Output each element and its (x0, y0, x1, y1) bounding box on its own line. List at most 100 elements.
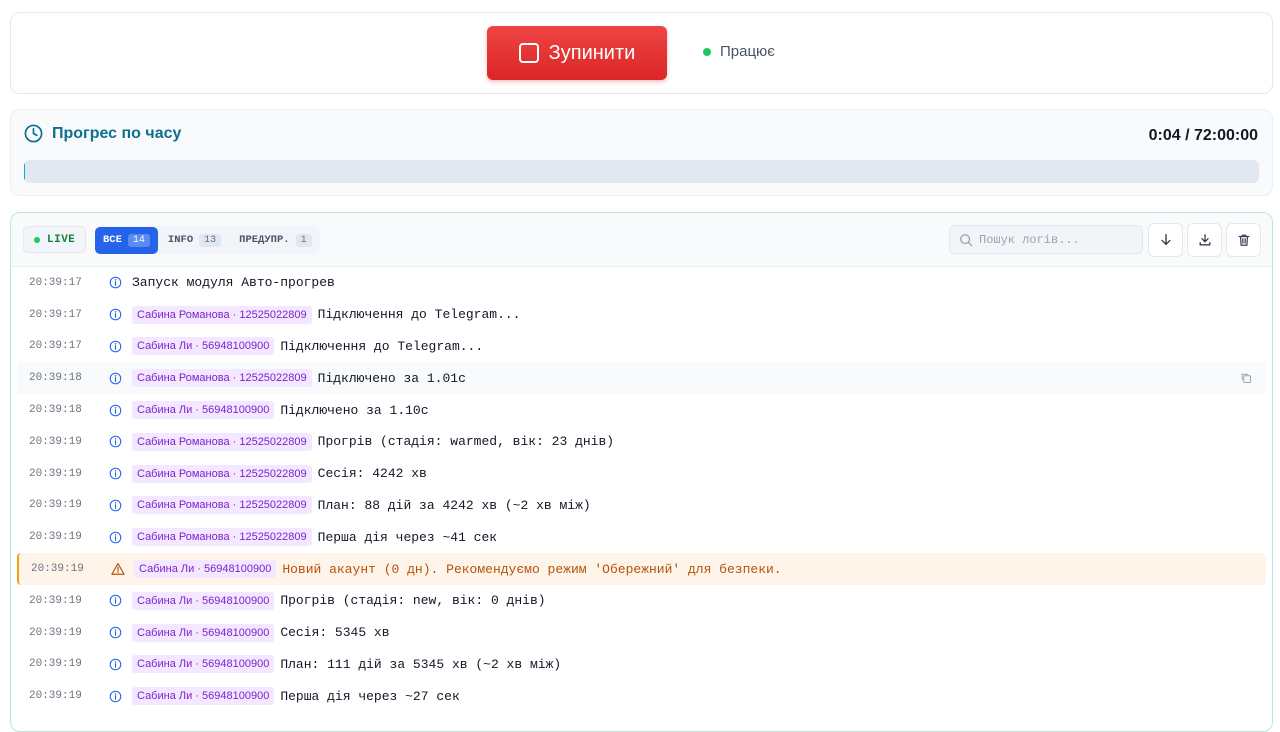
log-content: Запуск модуля Авто-прогрев (132, 275, 335, 290)
log-message: Новий акаунт (0 дн). Рекомендуємо режим … (282, 561, 782, 577)
log-content: Сабина Романова · 12525022809 Підключено … (132, 369, 466, 388)
filter-warning[interactable]: ПРЕДУПР. 1 (231, 227, 319, 254)
log-content: Сабина Ли · 56948100900 Сесія: 5345 хв (132, 623, 390, 642)
log-content: Сабина Романова · 12525022809 План: 88 ді… (132, 496, 591, 515)
log-panel: LIVE ВСЕ 14 INFO 13 ПРЕДУПР. 1 Пошук лог… (10, 212, 1273, 732)
log-row[interactable]: 20:39:19 Сабина Ли · 56948100900 Перша дія… (17, 680, 1266, 712)
log-row[interactable]: 20:39:19 Сабина Ли · 56948100900 План: 111… (17, 649, 1266, 681)
clock-icon (24, 124, 43, 143)
info-icon (108, 689, 123, 704)
search-input[interactable] (979, 232, 1139, 247)
account-tag[interactable]: Сабина Ли · 56948100900 (132, 337, 275, 356)
clear-logs-button[interactable] (1226, 223, 1261, 257)
info-icon (108, 434, 123, 449)
account-tag[interactable]: Сабина Ли · 56948100900 (132, 655, 275, 674)
filter-count: 14 (127, 233, 150, 247)
arrow-down-icon (1160, 234, 1171, 246)
log-content: Сабина Ли · 56948100900 Новий акаунт (0 д… (134, 560, 782, 579)
progress-bar (24, 160, 1259, 183)
account-tag[interactable]: Сабина Романова · 12525022809 (132, 305, 312, 324)
log-message: Сесія: 5345 хв (280, 625, 390, 641)
time-progress-panel: Прогрес по часу 0:04 / 72:00:00 (10, 109, 1273, 196)
log-row[interactable]: 20:39:19 Сабина Романова · 12525022809 Пер… (17, 521, 1266, 553)
progress-time: 0:04 / 72:00:00 (1148, 127, 1258, 144)
status-indicator: Працює (703, 43, 775, 60)
info-icon (108, 498, 123, 513)
info-icon (108, 371, 123, 386)
log-row[interactable]: 20:39:17 Запуск модуля Авто-прогрев (17, 267, 1266, 299)
info-icon (108, 466, 123, 481)
account-tag[interactable]: Сабина Ли · 56948100900 (132, 687, 275, 706)
log-row[interactable]: 20:39:17 Сабина Романова · 12525022809 Під… (17, 299, 1266, 331)
log-message: План: 111 дій за 5345 хв (~2 хв між) (280, 656, 562, 672)
info-icon (108, 593, 123, 608)
progress-header: Прогрес по часу (24, 124, 181, 143)
log-timestamp: 20:39:19 (29, 594, 82, 607)
log-list: 20:39:17 Запуск модуля Авто-прогрев 20:39:… (11, 267, 1272, 712)
account-tag[interactable]: Сабина Ли · 56948100900 (132, 623, 275, 642)
filter-count: 1 (295, 233, 312, 247)
log-timestamp: 20:39:18 (29, 372, 82, 385)
filter-all[interactable]: ВСЕ 14 (95, 226, 158, 254)
info-icon (108, 625, 123, 640)
log-message: Підключення до Telegram... (280, 338, 484, 354)
log-content: Сабина Ли · 56948100900 План: 111 дій за … (132, 655, 562, 674)
log-content: Сабина Ли · 56948100900 Підключено за 1.1… (132, 401, 429, 420)
copy-icon[interactable] (1240, 372, 1252, 384)
progress-title: Прогрес по часу (52, 124, 182, 142)
stop-square-icon (518, 43, 539, 63)
warning-icon (110, 562, 125, 577)
filter-label: ПРЕДУПР. (239, 234, 290, 246)
stop-button[interactable]: Зупинити (487, 26, 667, 80)
log-row[interactable]: 20:39:19 Сабина Романова · 12525022809 Про… (17, 426, 1266, 458)
account-tag[interactable]: Сабина Ли · 56948100900 (132, 401, 275, 420)
log-timestamp: 20:39:17 (29, 340, 82, 353)
filter-label: ВСЕ (103, 234, 122, 246)
log-row[interactable]: 20:39:19 Сабина Романова · 12525022809 Пла… (17, 490, 1266, 522)
log-timestamp: 20:39:19 (31, 563, 84, 576)
log-row[interactable]: 20:39:19 Сабина Ли · 56948100900 Сесія: 53… (17, 617, 1266, 649)
account-tag[interactable]: Сабина Ли · 56948100900 (134, 560, 277, 579)
log-search (949, 225, 1143, 254)
log-message: План: 88 дій за 4242 хв (~2 хв між) (317, 497, 591, 513)
log-content: Сабина Ли · 56948100900 Підключення до Te… (132, 337, 484, 356)
log-message: Підключено за 1.01с (317, 370, 466, 386)
account-tag[interactable]: Сабина Романова · 12525022809 (132, 464, 312, 483)
account-tag[interactable]: Сабина Романова · 12525022809 (132, 528, 312, 547)
log-row[interactable]: 20:39:19 Сабина Романова · 12525022809 Сес… (17, 458, 1266, 490)
trash-icon (1238, 234, 1249, 246)
account-tag[interactable]: Сабина Романова · 12525022809 (132, 369, 312, 388)
log-level-filters: ВСЕ 14 INFO 13 ПРЕДУПР. 1 (95, 226, 320, 254)
account-tag[interactable]: Сабина Ли · 56948100900 (132, 591, 275, 610)
stop-button-label: Зупинити (548, 41, 636, 64)
log-message: Перша дія через ~27 сек (280, 688, 460, 704)
log-row[interactable]: 20:39:18 Сабина Ли · 56948100900 Підключен… (17, 394, 1266, 426)
filter-label: INFO (167, 234, 194, 246)
scroll-down-button[interactable] (1148, 223, 1183, 257)
log-row[interactable]: 20:39:18 Сабина Романова · 12525022809 Під… (17, 362, 1266, 395)
filter-count: 13 (199, 233, 222, 247)
download-button[interactable] (1187, 223, 1222, 257)
account-tag[interactable]: Сабина Романова · 12525022809 (132, 432, 312, 451)
log-row[interactable]: 20:39:19 Сабина Ли · 56948100900 Новий ака… (17, 553, 1266, 585)
live-badge: LIVE (23, 226, 87, 253)
log-timestamp: 20:39:19 (29, 690, 82, 703)
live-label: LIVE (47, 233, 76, 246)
account-tag[interactable]: Сабина Романова · 12525022809 (132, 496, 312, 515)
log-message: Прогрів (стадія: new, вік: 0 днів) (280, 593, 546, 609)
log-row[interactable]: 20:39:17 Сабина Ли · 56948100900 Підключен… (17, 331, 1266, 363)
log-timestamp: 20:39:19 (29, 658, 82, 671)
log-timestamp: 20:39:19 (29, 435, 82, 448)
log-row[interactable]: 20:39:19 Сабина Ли · 56948100900 Прогрів (… (17, 585, 1266, 617)
live-dot-icon (34, 236, 40, 243)
log-message: Прогрів (стадія: warmed, вік: 23 днів) (317, 434, 615, 450)
log-content: Сабина Романова · 12525022809 Прогрів (ст… (132, 432, 615, 451)
info-icon (108, 307, 123, 322)
log-timestamp: 20:39:19 (29, 467, 82, 480)
filter-info[interactable]: INFO 13 (160, 227, 229, 254)
log-content: Сабина Романова · 12525022809 Підключення… (132, 305, 520, 324)
info-icon (108, 275, 123, 290)
log-timestamp: 20:39:19 (29, 531, 82, 544)
log-message: Підключено за 1.10с (280, 402, 429, 418)
log-content: Сабина Ли · 56948100900 Перша дія через ~… (132, 687, 460, 706)
